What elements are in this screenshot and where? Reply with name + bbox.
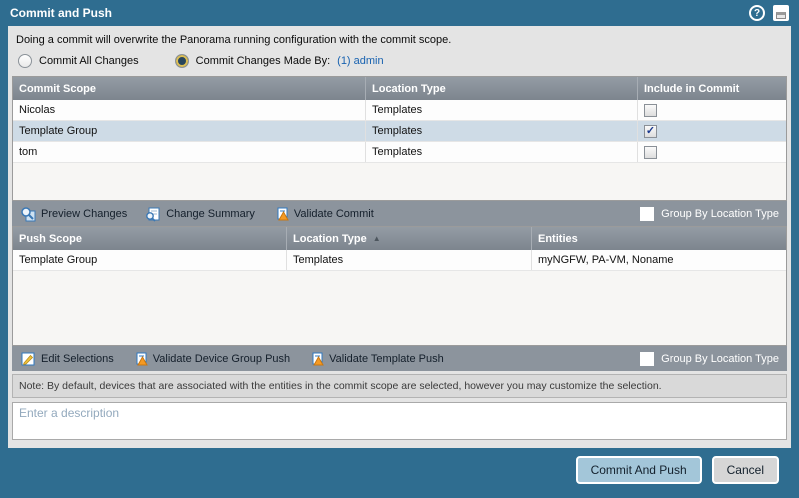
table-row[interactable]: Nicolas Templates — [13, 100, 786, 121]
table-row[interactable]: tom Templates — [13, 142, 786, 163]
minimize-icon[interactable] — [773, 5, 789, 21]
col-include-in-commit[interactable]: Include in Commit — [637, 77, 786, 100]
col-location-type[interactable]: Location Type — [365, 77, 637, 100]
group-by-location-type-checkbox[interactable] — [640, 351, 655, 366]
col-push-scope[interactable]: Push Scope — [13, 227, 286, 250]
admin-changes-link[interactable]: (1) admin — [337, 55, 383, 67]
col-entities[interactable]: Entities — [531, 227, 786, 250]
group-by-location-type-checkbox[interactable] — [640, 206, 655, 221]
dialog-title: Commit and Push — [10, 6, 113, 20]
table-row[interactable]: Template Group Templates — [13, 121, 786, 142]
commit-all-radio[interactable] — [18, 54, 32, 68]
push-scope-table: Push Scope Location Type ▲ Entities Temp… — [12, 226, 787, 346]
commit-and-push-dialog: Commit and Push ? Doing a commit will ov… — [0, 0, 799, 498]
dialog-footer: Commit And Push Cancel — [0, 448, 799, 498]
radio-commit-changes-made-by[interactable]: Commit Changes Made By: (1) admin — [174, 54, 384, 68]
validate-icon — [136, 352, 148, 365]
sort-asc-icon: ▲ — [372, 234, 381, 243]
dialog-content: Doing a commit will overwrite the Panora… — [8, 26, 791, 448]
commit-and-push-button[interactable]: Commit And Push — [575, 456, 702, 484]
push-table-empty-area — [13, 271, 786, 345]
description-input[interactable] — [12, 402, 787, 440]
commit-scope-cell: Nicolas — [19, 104, 56, 116]
commit-scope-table: Commit Scope Location Type Include in Co… — [12, 76, 787, 201]
commit-by-radio[interactable] — [174, 54, 189, 68]
push-table-header: Push Scope Location Type ▲ Entities — [13, 227, 786, 250]
group-by-location-type[interactable]: Group By Location Type — [640, 351, 779, 366]
note-text: Note: By default, devices that are assoc… — [12, 374, 787, 398]
push-scope-cell: Template Group — [19, 254, 98, 266]
location-type-cell: Templates — [365, 121, 637, 141]
location-type-cell: Templates — [365, 100, 637, 120]
dialog-titlebar: Commit and Push ? — [0, 0, 799, 26]
commit-all-label: Commit All Changes — [39, 55, 139, 67]
radio-commit-all-changes[interactable]: Commit All Changes — [18, 54, 139, 68]
table-row[interactable]: Template Group Templates myNGFW, PA-VM, … — [13, 250, 786, 271]
commit-table-header: Commit Scope Location Type Include in Co… — [13, 77, 786, 100]
commit-table-empty-area — [13, 163, 786, 200]
validate-commit-button[interactable]: Validate Commit — [273, 206, 374, 222]
col-location-type-sorted[interactable]: Location Type ▲ — [286, 227, 531, 250]
location-type-cell: Templates — [286, 250, 531, 270]
validate-icon — [277, 207, 289, 220]
group-by-location-type[interactable]: Group By Location Type — [640, 206, 779, 221]
include-in-commit-checkbox[interactable] — [644, 124, 657, 138]
cancel-button[interactable]: Cancel — [711, 456, 779, 484]
commit-toolbar: Preview Changes Change Summary Validate … — [12, 201, 787, 226]
help-icon[interactable]: ? — [749, 5, 765, 21]
entities-cell: myNGFW, PA-VM, Noname — [531, 250, 786, 270]
include-in-commit-checkbox[interactable] — [644, 145, 657, 159]
change-summary-button[interactable]: Change Summary — [145, 206, 255, 222]
commit-scope-cell: tom — [19, 146, 38, 158]
change-summary-icon — [146, 207, 160, 222]
col-commit-scope[interactable]: Commit Scope — [13, 77, 365, 100]
preview-changes-icon — [21, 206, 36, 221]
preview-changes-button[interactable]: Preview Changes — [20, 206, 127, 222]
edit-icon — [21, 352, 35, 365]
edit-selections-button[interactable]: Edit Selections — [20, 351, 114, 367]
include-in-commit-checkbox[interactable] — [644, 103, 657, 117]
validate-icon — [312, 352, 324, 365]
validate-device-group-push-button[interactable]: Validate Device Group Push — [132, 351, 290, 367]
commit-scope-cell: Template Group — [19, 125, 98, 137]
validate-template-push-button[interactable]: Validate Template Push — [308, 351, 444, 367]
commit-by-label: Commit Changes Made By: — [195, 55, 331, 67]
push-toolbar: Edit Selections Validate Device Group Pu… — [12, 346, 787, 371]
commit-description-text: Doing a commit will overwrite the Panora… — [16, 34, 452, 46]
commit-mode-radios: Commit All Changes Commit Changes Made B… — [12, 52, 787, 76]
location-type-cell: Templates — [365, 142, 637, 162]
